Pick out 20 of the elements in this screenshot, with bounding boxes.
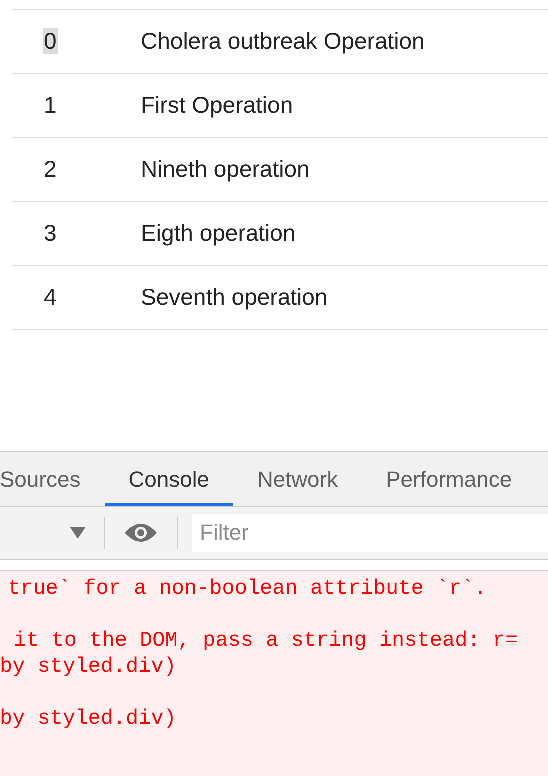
row-index: 2	[43, 156, 58, 182]
row-index: 1	[43, 92, 58, 118]
filter-field[interactable]: Filter	[192, 514, 548, 552]
operation-name: Cholera outbreak Operation	[141, 27, 425, 56]
operation-name: First Operation	[141, 91, 294, 120]
row-index: 3	[43, 220, 58, 246]
error-message-line: by styled.div)	[0, 656, 176, 679]
row-index: 0	[43, 28, 58, 54]
eye-icon[interactable]	[125, 523, 157, 543]
error-message-line: it to the DOM, pass a string instead: r=	[14, 630, 518, 653]
error-message-line: true` for a non-boolean attribute `r`.	[8, 578, 487, 601]
error-message-line: by styled.div)	[0, 708, 176, 731]
operation-name: Eigth operation	[141, 219, 296, 248]
devtools-tab[interactable]: Sources	[0, 452, 105, 506]
operation-name: Nineth operation	[141, 155, 310, 184]
devtools-tab[interactable]: Performance	[362, 452, 536, 506]
row-index: 4	[43, 284, 58, 310]
caret-icon[interactable]	[70, 527, 86, 539]
devtools-tab[interactable]: Network	[233, 452, 362, 506]
operation-name: Seventh operation	[141, 283, 328, 312]
